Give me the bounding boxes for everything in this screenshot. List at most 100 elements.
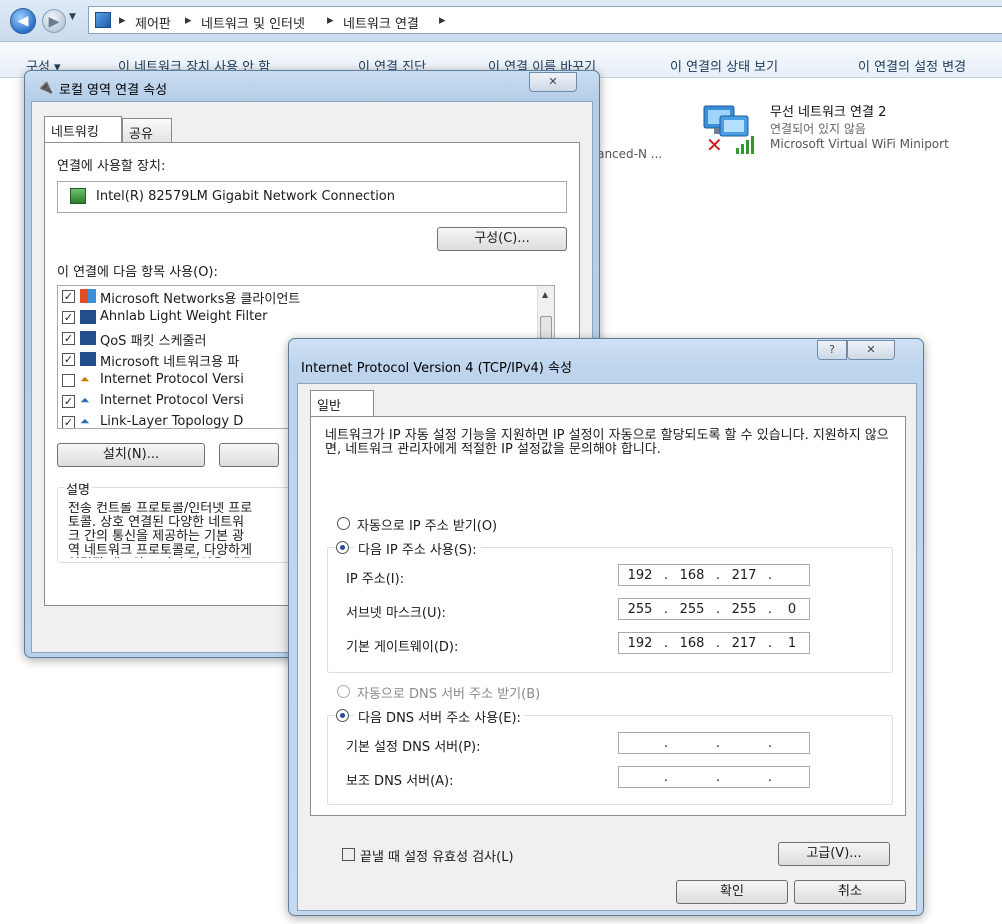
- item-label: Microsoft Networks용 클라이언트: [100, 292, 301, 307]
- address-field[interactable]: ▸ 제어판 ▸ 네트워크 및 인터넷 ▸ 네트워크 연결 ▸: [88, 6, 1002, 34]
- address-bar-area: ◀ ▶ ▼ ▸ 제어판 ▸ 네트워크 및 인터넷 ▸ 네트워크 연결 ▸: [0, 0, 1002, 42]
- octet: 0: [787, 602, 797, 617]
- auto-ip-label[interactable]: 자동으로 IP 주소 받기(O): [357, 515, 497, 534]
- breadcrumb-arrow-icon: ▸: [119, 13, 126, 28]
- close-icon[interactable]: ✕: [847, 340, 895, 360]
- ok-button[interactable]: 확인: [676, 880, 788, 904]
- octet: 255: [627, 602, 653, 617]
- breadcrumb-arrow-icon: ▸: [327, 13, 334, 28]
- octet: 255: [731, 602, 757, 617]
- octet: 217: [731, 636, 757, 651]
- device-name: Intel(R) 82579LM Gigabit Network Connect…: [96, 189, 395, 204]
- item-label: Microsoft 네트워크용 파: [100, 355, 240, 370]
- ip-group: 다음 IP 주소 사용(S): IP 주소(I): 192. 168. 217.…: [327, 539, 893, 673]
- service-icon: [80, 331, 96, 345]
- control-panel-icon: [95, 12, 111, 28]
- checkbox[interactable]: ✓: [62, 311, 75, 324]
- item-label: Internet Protocol Versi: [100, 393, 244, 408]
- breadcrumb-network-internet[interactable]: 네트워크 및 인터넷: [201, 13, 305, 32]
- connect-using-label: 연결에 사용할 장치:: [57, 159, 166, 174]
- wifi-connection-name[interactable]: 무선 네트워크 연결 2: [770, 101, 886, 120]
- back-icon[interactable]: ◀: [10, 8, 36, 34]
- list-item[interactable]: ✓ Ahnlab Light Weight Filter: [58, 307, 528, 328]
- alternate-dns-label: 보조 DNS 서버(A):: [346, 774, 454, 789]
- checkbox[interactable]: ✓: [62, 395, 75, 408]
- wireless-adapter-icon[interactable]: ✕: [700, 104, 758, 157]
- checkbox[interactable]: [62, 374, 75, 387]
- item-label: Internet Protocol Versi: [100, 372, 244, 387]
- checkbox[interactable]: ✓: [62, 332, 75, 345]
- network-adapter-icon: [70, 188, 86, 204]
- protocol-icon: ⏶: [80, 414, 90, 428]
- octet: 1: [787, 636, 797, 651]
- help-icon[interactable]: ?: [817, 340, 847, 360]
- ip-address-input[interactable]: 192. 168. 217.: [618, 564, 810, 586]
- protocol-icon: ⏶: [80, 393, 90, 407]
- cancel-button[interactable]: 취소: [794, 880, 906, 904]
- toolbar-view-status[interactable]: 이 연결의 상태 보기: [670, 56, 778, 75]
- validate-label[interactable]: 끝낼 때 설정 유효성 검사(L): [360, 846, 514, 865]
- item-label: Link-Layer Topology D: [100, 414, 244, 429]
- breadcrumb-network-connections[interactable]: 네트워크 연결: [343, 13, 419, 32]
- service-icon: [80, 310, 96, 324]
- preferred-dns-input[interactable]: ...: [618, 732, 810, 754]
- subnet-mask-input[interactable]: 255. 255. 255. 0: [618, 598, 810, 620]
- description-text: 전송 컨트롤 프로토콜/인터넷 프로토콜. 상호 연결된 다양한 네트워크 간의…: [68, 502, 253, 558]
- octet: 217: [731, 568, 757, 583]
- subnet-mask-label: 서브넷 마스크(U):: [346, 606, 446, 621]
- scroll-up-icon[interactable]: ▲: [542, 290, 548, 299]
- forward-icon[interactable]: ▶: [42, 9, 66, 33]
- preferred-dns-label: 기본 설정 DNS 서버(P):: [346, 740, 481, 755]
- service-icon: [80, 352, 96, 366]
- advanced-button[interactable]: 고급(V)...: [778, 842, 890, 866]
- network-plug-icon: 🔌: [37, 80, 54, 95]
- octet: 192: [627, 568, 653, 583]
- uninstall-button[interactable]: [219, 443, 279, 467]
- manual-dns-radio[interactable]: [336, 709, 349, 722]
- install-button[interactable]: 설치(N)...: [57, 443, 205, 467]
- gateway-input[interactable]: 192. 168. 217. 1: [618, 632, 810, 654]
- breadcrumb-arrow-icon: ▸: [185, 13, 192, 28]
- general-page: 네트워크가 IP 자동 설정 기능을 지원하면 IP 설정이 자동으로 할당되도…: [310, 416, 906, 816]
- device-field: Intel(R) 82579LM Gigabit Network Connect…: [57, 181, 567, 213]
- ipv4-dialog: Internet Protocol Version 4 (TCP/IPv4) 속…: [288, 338, 924, 916]
- svg-text:✕: ✕: [706, 133, 723, 156]
- checkbox[interactable]: ✓: [62, 353, 75, 366]
- client-icon: [80, 289, 96, 303]
- tab-networking[interactable]: 네트워킹: [44, 116, 122, 142]
- ip-address-label: IP 주소(I):: [346, 572, 405, 587]
- breadcrumb-arrow-icon: ▸: [439, 13, 446, 28]
- dns-group: 다음 DNS 서버 주소 사용(E): 기본 설정 DNS 서버(P): ...…: [327, 707, 893, 805]
- item-label: QoS 패킷 스케줄러: [100, 334, 207, 349]
- manual-dns-label[interactable]: 다음 DNS 서버 주소 사용(E):: [354, 707, 525, 726]
- auto-dns-label[interactable]: 자동으로 DNS 서버 주소 받기(B): [357, 683, 540, 702]
- alternate-dns-input[interactable]: ...: [618, 766, 810, 788]
- octet: 168: [679, 568, 705, 583]
- wifi-device-name: Microsoft Virtual WiFi Miniport: [770, 137, 949, 151]
- auto-dns-radio[interactable]: [337, 685, 350, 698]
- octet: 255: [679, 602, 705, 617]
- configure-button[interactable]: 구성(C)...: [437, 227, 567, 251]
- dialog-title: Internet Protocol Version 4 (TCP/IPv4) 속…: [301, 361, 572, 376]
- manual-ip-label[interactable]: 다음 IP 주소 사용(S):: [354, 539, 481, 558]
- dialog-client: 일반 네트워크가 IP 자동 설정 기능을 지원하면 IP 설정이 자동으로 할…: [297, 383, 917, 911]
- protocol-icon: ⏶: [80, 372, 90, 386]
- list-item[interactable]: ✓ Microsoft Networks용 클라이언트: [58, 286, 528, 307]
- tab-general[interactable]: 일반: [310, 390, 374, 416]
- close-icon[interactable]: ✕: [529, 72, 577, 92]
- recent-pages-dropdown-icon[interactable]: ▼: [69, 12, 76, 22]
- checkbox[interactable]: ✓: [62, 290, 75, 303]
- breadcrumb-control-panel[interactable]: 제어판: [135, 13, 171, 32]
- toolbar-change-settings[interactable]: 이 연결의 설정 변경: [858, 56, 966, 75]
- manual-ip-radio[interactable]: [336, 541, 349, 554]
- auto-ip-radio[interactable]: [337, 517, 350, 530]
- octet: 192: [627, 636, 653, 651]
- validate-checkbox[interactable]: [342, 848, 355, 861]
- items-label: 이 연결에 다음 항목 사용(O):: [57, 265, 218, 280]
- tab-sharing[interactable]: 공유: [122, 118, 172, 142]
- wifi-connection-status: 연결되어 있지 않음: [770, 122, 866, 136]
- gateway-label: 기본 게이트웨이(D):: [346, 640, 459, 655]
- octet: 168: [679, 636, 705, 651]
- checkbox[interactable]: ✓: [62, 416, 75, 428]
- description-label: 설명: [64, 479, 92, 498]
